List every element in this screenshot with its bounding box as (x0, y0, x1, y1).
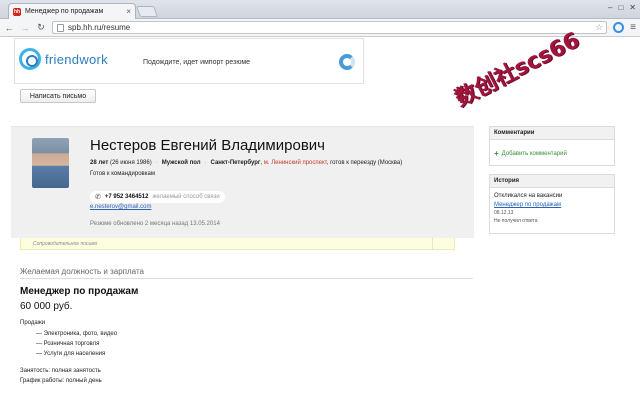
list-item: — Услуги для населения (36, 351, 106, 357)
friendwork-logo-text: friendwork (45, 51, 108, 67)
minimize-icon[interactable]: – (608, 3, 612, 12)
candidate-name: Нестеров Евгений Владимирович (90, 137, 325, 154)
desired-position: Менеджер по продажам (20, 286, 139, 297)
import-status: Подождите, идет импорт резюме (143, 59, 251, 66)
maximize-icon[interactable]: □ (618, 3, 623, 12)
add-comment-label: Добавить комментарий (501, 150, 567, 157)
page-icon (57, 23, 64, 32)
comments-box: Комментарии + Добавить комментарий (489, 126, 615, 166)
cover-letter-label: Сопроводительное письмо (33, 240, 98, 247)
responded-label: Откликался на вакансии (494, 193, 563, 199)
employment-info: Занятость: полная занятость График работ… (20, 366, 102, 386)
separator-dot: · (155, 160, 158, 166)
candidate-relocation: , готов к переезду (Москва) (326, 160, 403, 166)
specialization-list: — Электроника, фото, видео — Розничная т… (36, 329, 117, 359)
work-schedule: График работы: полный день (20, 378, 102, 384)
phone-preference: желаемый способ связи (152, 194, 220, 200)
friendwork-extension-icon[interactable] (613, 22, 625, 33)
candidate-age: 28 лет (90, 160, 109, 166)
comments-body: + Добавить комментарий (490, 140, 614, 165)
page-content: friendwork Подождите, идет импорт резюме… (0, 28, 640, 400)
candidate-city: Санкт-Петербург (210, 160, 261, 166)
candidate-metro: м. Ленинский проспект (263, 160, 327, 166)
plus-icon: + (494, 149, 499, 158)
updated-date: Резюме обновлено 2 месяца назад 13.05.20… (90, 221, 220, 227)
friendwork-logo: friendwork (19, 48, 108, 70)
add-comment-button[interactable]: + Добавить комментарий (494, 149, 610, 158)
history-box: История Откликался на вакансии Менеджер … (489, 174, 615, 234)
list-item: — Розничная торговля (36, 341, 100, 347)
resume-header-card: Нестеров Евгений Владимирович 28 лет (26… (11, 126, 474, 238)
menu-icon[interactable]: ≡ (630, 22, 636, 33)
watermark-text: 数创社scs66 (451, 27, 584, 112)
tab-title: Менеджер по продажам (25, 8, 104, 15)
history-title: История (490, 175, 614, 188)
back-icon[interactable]: ← (4, 23, 14, 33)
separator-dot: · (204, 160, 207, 166)
cover-letter-bar[interactable]: Сопроводительное письмо (20, 238, 455, 250)
browser-tab[interactable]: hh Менеджер по продажам × (8, 3, 136, 19)
desired-salary: 60 000 руб. (20, 301, 73, 312)
list-item: — Электроника, фото, видео (36, 331, 118, 337)
friendwork-logo-icon (19, 48, 41, 70)
friendwork-panel: friendwork Подождите, идет импорт резюме (14, 38, 364, 84)
sidebar: Комментарии + Добавить комментарий Истор… (489, 126, 615, 242)
bookmark-star-icon[interactable]: ☆ (595, 22, 606, 33)
vacancy-date: 08.12.13 (494, 210, 514, 216)
candidate-photo (32, 138, 69, 188)
history-body: Откликался на вакансии Менеджер по прода… (490, 188, 614, 233)
phone-icon: ✆ (95, 194, 101, 201)
candidate-birthdate: (26 июня 1986) (109, 160, 152, 166)
browser-tab-strip: hh Менеджер по продажам × – □ ✕ (0, 0, 640, 19)
window-controls: – □ ✕ (608, 3, 636, 12)
reload-icon[interactable]: ↻ (36, 22, 46, 33)
new-tab-button[interactable] (135, 6, 159, 17)
business-trips: Готов к командировкам (90, 171, 155, 177)
section-divider (20, 278, 473, 279)
candidate-gender: Мужской пол (161, 160, 201, 166)
position-section-title: Желаемая должность и зарплата (20, 267, 144, 276)
close-tab-icon[interactable]: × (126, 7, 135, 16)
write-letter-button[interactable]: Написать письмо (20, 89, 96, 103)
comments-title: Комментарии (490, 127, 614, 140)
candidate-meta: 28 лет (26 июня 1986) · Мужской пол · Са… (90, 160, 403, 166)
cover-divider (432, 238, 433, 250)
url-text: spb.hh.ru/resume (68, 23, 131, 32)
phone-number[interactable]: +7 952 3464512 (105, 194, 149, 200)
address-bar[interactable]: spb.hh.ru/resume ☆ (52, 21, 608, 34)
employment-type: Занятость: полная занятость (20, 368, 101, 374)
specialization-head: Продажи (20, 320, 46, 326)
vacancy-link[interactable]: Менеджер по продажам (494, 202, 610, 208)
hh-favicon-icon: hh (13, 7, 21, 16)
email-link[interactable]: e.nesterov@gmail.com (90, 204, 151, 210)
phone-row: ✆ +7 952 3464512 желаемый способ связи (90, 191, 225, 203)
vacancy-status: Не получил ответа (494, 218, 538, 224)
loading-spinner-icon (339, 54, 355, 70)
close-window-icon[interactable]: ✕ (629, 3, 636, 12)
forward-icon[interactable]: → (20, 23, 30, 33)
